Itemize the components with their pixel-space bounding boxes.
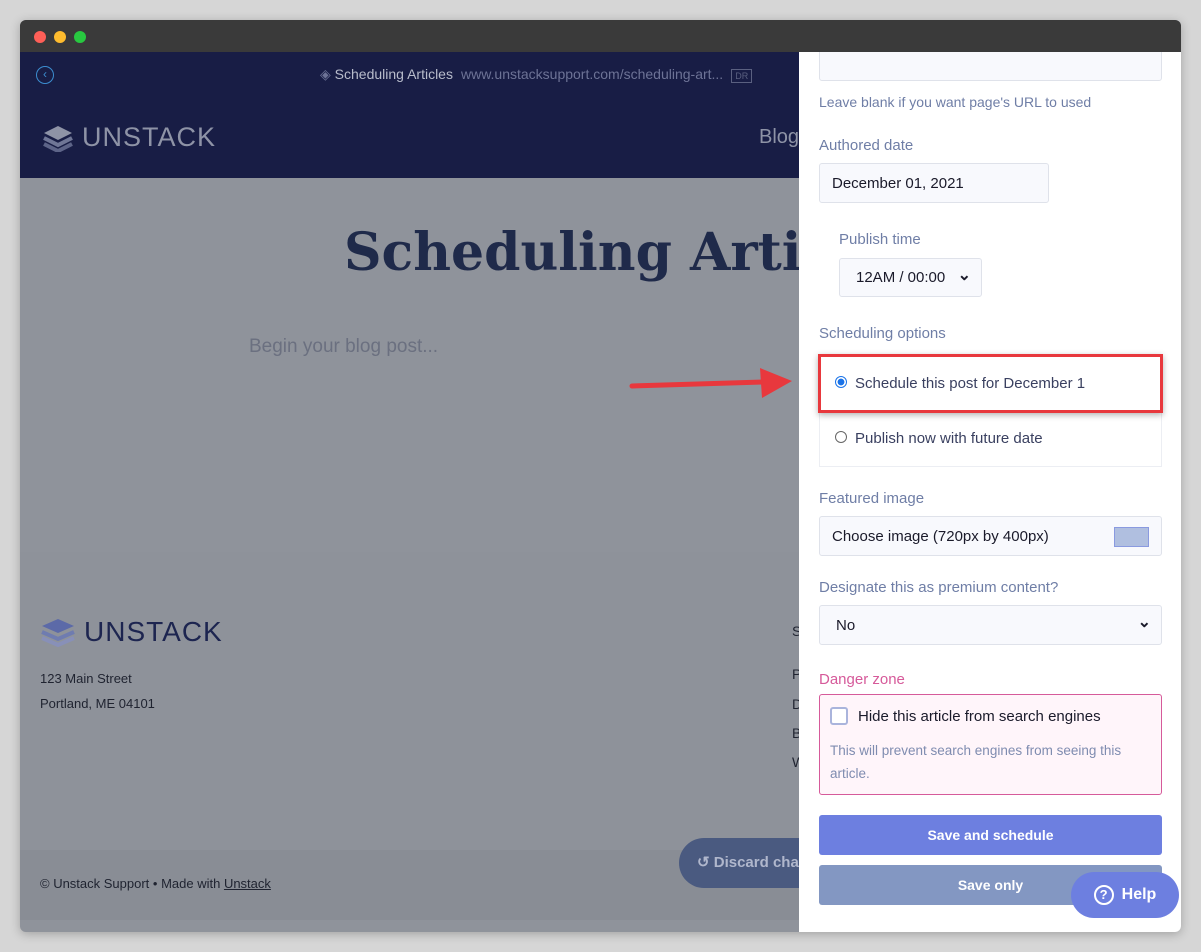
save-and-schedule-button[interactable]: Save and schedule [819, 815, 1162, 855]
browser-window: ‹ ◈ Scheduling Articles www.unstacksuppor… [20, 20, 1181, 932]
publish-now-option-label[interactable]: Publish now with future date [855, 430, 1043, 447]
danger-zone-label: Danger zone [819, 671, 905, 688]
publish-time-select[interactable]: 12AM / 00:00 [839, 258, 982, 297]
hide-article-checkbox[interactable] [830, 707, 848, 725]
site-preview: ‹ ◈ Scheduling Articles www.unstacksuppor… [20, 52, 799, 932]
help-label: Help [1121, 886, 1157, 903]
brand-name: UNSTACK [82, 122, 217, 152]
body-placeholder[interactable]: Begin your blog post... [249, 336, 438, 358]
footer-link[interactable]: D [792, 696, 799, 712]
highlight-box [818, 354, 1163, 413]
article-title[interactable]: Scheduling Artic [344, 222, 799, 283]
article-body: Scheduling Artic Begin your blog post... [20, 178, 799, 552]
page-url[interactable]: www.unstacksupport.com/scheduling-art... [461, 66, 723, 82]
status-badge: DR [731, 69, 753, 83]
footer-link[interactable]: B [792, 725, 799, 741]
address-line-2: Portland, ME 04101 [40, 696, 155, 711]
layers-icon [41, 619, 75, 647]
footer-link[interactable]: P [792, 666, 799, 682]
hide-article-help: This will prevent search engines from se… [830, 743, 1122, 781]
featured-image-picker[interactable]: Choose image (720px by 400px) [819, 516, 1162, 556]
authored-date-label: Authored date [819, 137, 914, 154]
close-window-button[interactable] [34, 31, 46, 43]
minimize-window-button[interactable] [54, 31, 66, 43]
nav-blog[interactable]: Blog [759, 126, 799, 149]
address-line-1: 123 Main Street [40, 671, 132, 686]
publish-time-label: Publish time [839, 231, 921, 248]
authored-date-input[interactable]: December 01, 2021 [819, 163, 1049, 203]
scheduling-options-label: Scheduling options [819, 325, 946, 342]
premium-select[interactable]: No [819, 605, 1162, 645]
publish-time-value: 12AM / 00:00 [856, 269, 946, 286]
featured-image-label: Featured image [819, 490, 925, 507]
layers-icon [43, 125, 73, 152]
page-name: Scheduling Articles [334, 66, 453, 82]
site-footer: UNSTACK 123 Main Street Portland, ME 041… [20, 552, 799, 850]
help-button[interactable]: ? Help [1071, 872, 1179, 918]
premium-value: No [836, 617, 856, 634]
unstack-link[interactable]: Unstack [224, 876, 271, 891]
premium-label: Designate this as premium content? [819, 579, 1059, 596]
copyright-text: © Unstack Support • Made with [40, 876, 224, 891]
publish-now-radio[interactable] [835, 431, 847, 443]
maximize-window-button[interactable] [74, 31, 86, 43]
undo-icon: ↺ [697, 854, 710, 871]
footer-link[interactable]: W [792, 754, 799, 770]
footer-link[interactable]: S [792, 623, 799, 639]
editor-header: ‹ ◈ Scheduling Articles www.unstacksuppor… [20, 52, 799, 178]
hide-article-label[interactable]: Hide this article from search engines [858, 708, 1101, 725]
footer-brand: UNSTACK [84, 616, 223, 647]
copyright: © Unstack Support • Made with Unstack [40, 876, 271, 891]
page-info: ◈ Scheduling Articles www.unstacksupport.… [320, 66, 753, 83]
url-input[interactable] [819, 52, 1162, 81]
footer-logo: UNSTACK [40, 616, 223, 648]
question-icon: ? [1093, 885, 1114, 905]
danger-zone: Hide this article from search engines Th… [819, 694, 1162, 795]
chevron-left-circle-icon[interactable]: ‹ [36, 66, 54, 84]
title-bar [20, 20, 1181, 52]
layers-icon: ◈ [320, 66, 331, 82]
image-thumbnail [1114, 527, 1149, 547]
site-logo[interactable]: UNSTACK [42, 122, 216, 153]
red-arrow-annotation [629, 368, 792, 398]
url-hint: Leave blank if you want page's URL to us… [819, 94, 1092, 110]
settings-panel: Leave blank if you want page's URL to us… [799, 52, 1181, 932]
discard-label: Discard cha [713, 854, 799, 871]
featured-image-text: Choose image (720px by 400px) [832, 528, 1049, 545]
